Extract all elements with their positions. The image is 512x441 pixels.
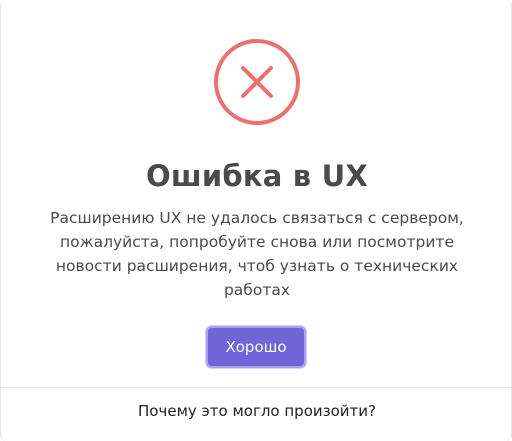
why-happened-link[interactable]: Почему это могло произойти?: [1, 399, 512, 423]
dialog-title: Ошибка в UX: [146, 159, 368, 193]
close-circle-icon: [214, 39, 300, 125]
divider: [1, 387, 512, 388]
error-message: Расширению UX не удалось связаться с сер…: [50, 209, 464, 299]
ok-button[interactable]: Хорошо: [206, 326, 306, 368]
error-dialog: Ошибка в UX Расширению UX не удалось свя…: [0, 0, 512, 441]
